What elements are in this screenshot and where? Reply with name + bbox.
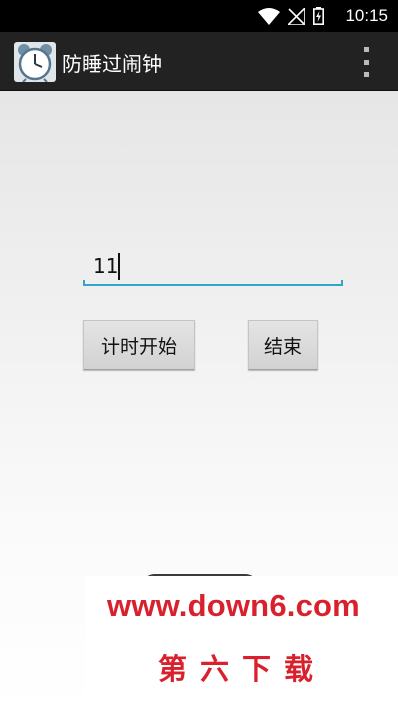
wifi-icon	[258, 7, 280, 25]
status-time: 10:15	[345, 6, 388, 25]
menu-dot	[363, 59, 369, 65]
start-timer-button[interactable]: 计时开始	[83, 320, 195, 370]
action-bar: 防睡过闹钟	[0, 32, 398, 91]
watermark: www.down6.com 第六下载	[85, 576, 398, 709]
end-button[interactable]: 结束	[248, 320, 318, 370]
main-content: 11 计时开始 结束 www.down6.com 第六下载	[0, 91, 398, 709]
input-underline	[83, 284, 343, 286]
menu-dot	[363, 72, 369, 77]
menu-dot	[363, 47, 369, 52]
overflow-menu-icon[interactable]	[360, 47, 372, 77]
battery-charging-icon	[313, 7, 324, 25]
input-underline-right-tick	[341, 280, 343, 286]
no-signal-icon	[288, 7, 305, 25]
status-bar: 10:15	[0, 0, 398, 32]
status-icons	[258, 7, 324, 25]
input-underline-left-tick	[83, 280, 85, 286]
watermark-name: 第六下载	[158, 652, 327, 686]
watermark-url: www.down6.com	[107, 588, 360, 623]
text-cursor	[118, 253, 120, 280]
input-value: 11	[93, 254, 119, 278]
alarm-clock-icon[interactable]	[14, 42, 56, 83]
app-title: 防睡过闹钟	[62, 52, 162, 76]
minutes-input[interactable]: 11	[83, 246, 343, 286]
